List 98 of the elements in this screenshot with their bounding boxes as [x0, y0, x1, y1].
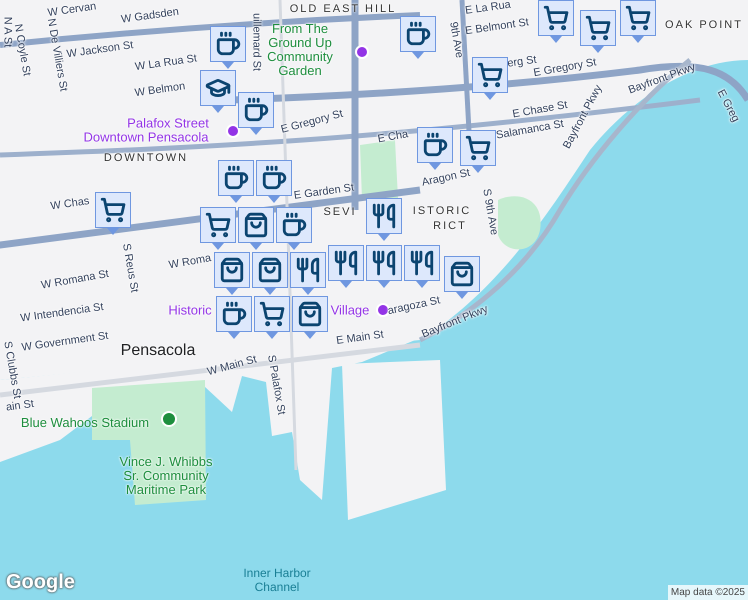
street-label: aragoza St: [386, 293, 442, 318]
cafe-marker[interactable]: [218, 160, 254, 203]
place-pin-icon: [376, 303, 390, 317]
street-label: 9th Ave: [446, 20, 466, 60]
district-label: RICT: [433, 218, 467, 234]
restaurant-marker[interactable]: [328, 245, 364, 288]
restaurant-marker[interactable]: [366, 245, 402, 288]
street-label: W Jackson St: [66, 38, 134, 62]
street-label: N Coyle St: [12, 23, 34, 78]
street-label: E Greg: [714, 86, 743, 126]
shopping-marker[interactable]: [472, 57, 508, 100]
cart-icon: [625, 5, 651, 31]
cafe-marker[interactable]: [238, 92, 274, 135]
place-label: Historic: [168, 301, 212, 320]
store-marker[interactable]: [444, 256, 480, 299]
water-label: Inner Harbor Channel: [242, 566, 312, 594]
cup-icon: [261, 165, 287, 191]
street-label: W Belmon: [134, 79, 186, 102]
shopping-marker[interactable]: [580, 10, 616, 53]
shopping-marker[interactable]: [254, 296, 290, 339]
shopping-marker[interactable]: [538, 0, 574, 43]
shopping-marker[interactable]: [200, 207, 236, 250]
school-marker[interactable]: [200, 70, 236, 113]
street-label: uillemard St: [249, 12, 264, 72]
cafe-marker[interactable]: [210, 26, 246, 69]
bag-icon: [243, 212, 269, 238]
street-label: E Garden St: [292, 180, 356, 204]
cafe-marker[interactable]: [400, 16, 436, 59]
city-label: Pensacola: [120, 341, 196, 361]
cup-icon: [221, 301, 247, 327]
store-marker[interactable]: [252, 252, 288, 295]
restaurant-marker[interactable]: [404, 245, 440, 288]
shopping-marker[interactable]: [620, 0, 656, 43]
street-label: W Government St: [20, 328, 110, 356]
cup-icon: [422, 132, 448, 158]
restaurant-marker[interactable]: [290, 252, 326, 295]
fork-knife-icon: [409, 250, 435, 276]
cup-icon: [243, 97, 269, 123]
store-marker[interactable]: [292, 296, 328, 339]
street-label: N A St: [0, 16, 14, 48]
district-label: DOWNTOWN: [104, 150, 188, 166]
street-label: Salamanca St: [494, 118, 565, 142]
cafe-marker[interactable]: [256, 160, 292, 203]
street-label: S 9th Ave: [479, 187, 502, 237]
bag-icon: [257, 257, 283, 283]
street-label: E Gregory St: [279, 106, 345, 138]
google-logo: Google: [6, 570, 75, 595]
bag-icon: [297, 301, 323, 327]
cart-icon: [477, 62, 503, 88]
attribution-text: Map data ©2025: [668, 585, 748, 600]
cart-icon: [205, 212, 231, 238]
cup-icon: [215, 31, 241, 57]
street-label: W Roma: [168, 251, 212, 274]
fork-knife-icon: [333, 250, 359, 276]
fork-knife-icon: [371, 250, 397, 276]
park-label: Vince J. Whibbs Sr. Community Maritime Park: [118, 455, 214, 497]
street-label: W Intendencia St: [19, 300, 105, 327]
store-marker[interactable]: [214, 252, 250, 295]
cart-icon: [100, 197, 126, 223]
place-label: Village: [330, 301, 370, 320]
district-label: OAK POINT: [665, 18, 743, 33]
cafe-marker[interactable]: [276, 207, 312, 250]
street-label: W Chas: [49, 194, 91, 214]
cart-icon: [543, 5, 569, 31]
street-label: E Cha: [376, 127, 410, 148]
park-label: From The Ground Up Community Garden: [266, 22, 334, 78]
cup-icon: [223, 165, 249, 191]
bag-icon: [449, 261, 475, 287]
cafe-marker[interactable]: [216, 296, 252, 339]
street-label: ain St: [4, 398, 36, 416]
street-label: W Romana St: [40, 266, 110, 294]
park-label: Blue Wahoos Stadium: [20, 416, 150, 430]
district-label: ISTORIC: [412, 204, 472, 219]
restaurant-marker[interactable]: [366, 198, 402, 241]
street-label: E Chase St: [511, 98, 568, 120]
street-label: W Main St: [205, 352, 259, 380]
bag-icon: [219, 257, 245, 283]
cart-icon: [259, 301, 285, 327]
fork-knife-icon: [295, 257, 321, 283]
place-pin-icon: [355, 45, 369, 59]
cup-icon: [281, 212, 307, 238]
street-label: W Gadsden: [120, 4, 180, 28]
store-marker[interactable]: [238, 207, 274, 250]
street-label: E Main St: [335, 328, 385, 349]
cup-icon: [405, 21, 431, 47]
cart-icon: [465, 135, 491, 161]
place-pin-icon: [226, 124, 240, 138]
street-label: W La Rua St: [134, 51, 198, 76]
district-label: OLD EAST HILL: [290, 2, 396, 17]
fork-knife-icon: [371, 203, 397, 229]
street-label: S Palafox St: [264, 354, 288, 416]
street-label: W Cervan: [46, 0, 98, 20]
cafe-marker[interactable]: [417, 127, 453, 170]
district-label: SEVI: [323, 204, 357, 220]
cart-icon: [585, 15, 611, 41]
street-label: S Reus St: [119, 242, 142, 294]
street-label: Aragon St: [420, 166, 472, 191]
shopping-marker[interactable]: [95, 192, 131, 235]
